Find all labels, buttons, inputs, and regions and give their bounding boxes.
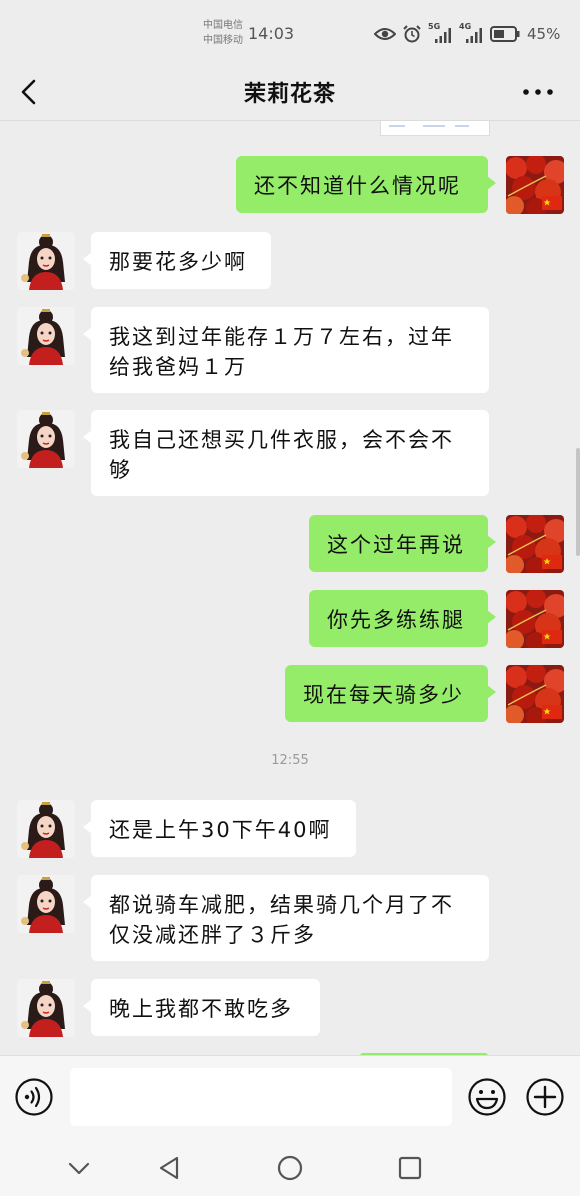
scrollbar[interactable]	[576, 448, 580, 556]
signal-4g-icon: 4G	[459, 22, 483, 43]
self-avatar[interactable]	[506, 665, 564, 723]
previous-image-fragment	[380, 121, 490, 136]
input-bar	[0, 1055, 580, 1140]
self-avatar[interactable]	[506, 156, 564, 214]
message-bubble[interactable]: 还不知道什么情况呢	[236, 156, 496, 213]
self-avatar[interactable]	[506, 590, 564, 648]
contact-avatar[interactable]	[17, 410, 75, 468]
status-bar: 中国电信 中国移动 14:03 5G 4G 45%	[0, 0, 580, 64]
message-bubble[interactable]: 还是上午30下午40啊	[83, 800, 356, 857]
contact-avatar[interactable]	[17, 800, 75, 858]
message-bubble[interactable]: 你先多练练腿	[309, 590, 496, 647]
eye-icon	[374, 28, 396, 40]
emoji-icon[interactable]	[467, 1077, 507, 1117]
system-nav-bar	[0, 1139, 580, 1196]
chat-timestamp: 12:55	[271, 753, 309, 768]
message-bubble[interactable]: 都说骑车减肥，结果骑几个月了不仅没减还胖了３斤多	[83, 875, 489, 961]
hide-keyboard-icon[interactable]	[64, 1153, 94, 1183]
contact-avatar[interactable]	[17, 307, 75, 365]
chat-header: 茉莉花茶	[0, 64, 580, 121]
plus-icon[interactable]	[525, 1077, 565, 1117]
contact-avatar[interactable]	[17, 232, 75, 290]
nav-home-icon[interactable]	[275, 1153, 305, 1183]
nav-recents-icon[interactable]	[395, 1153, 425, 1183]
alarm-icon	[403, 25, 421, 43]
contact-avatar[interactable]	[17, 979, 75, 1037]
nav-back-icon[interactable]	[155, 1153, 185, 1183]
message-input[interactable]	[70, 1068, 452, 1126]
battery-icon	[490, 26, 520, 42]
status-time: 14:03	[248, 24, 295, 43]
carrier-2: 中国移动	[203, 35, 243, 46]
message-bubble[interactable]: 我这到过年能存１万７左右，过年给我爸妈１万	[83, 307, 489, 393]
message-bubble[interactable]: 晚上我都不敢吃多	[83, 979, 320, 1036]
contact-avatar[interactable]	[17, 875, 75, 933]
carrier-1: 中国电信	[203, 20, 243, 31]
self-avatar[interactable]	[506, 515, 564, 573]
message-bubble[interactable]: 我自己还想买几件衣服，会不会不够	[83, 410, 489, 496]
system-icons: 5G 4G 45%	[374, 22, 560, 46]
message-bubble[interactable]: 那要花多少啊	[83, 232, 271, 289]
chat-title: 茉莉花茶	[243, 82, 336, 107]
message-bubble[interactable]: 现在每天骑多少	[285, 665, 496, 722]
more-icon[interactable]	[518, 80, 558, 104]
battery-percent: 45%	[527, 25, 561, 43]
signal-5g-icon: 5G	[428, 22, 452, 43]
voice-icon[interactable]	[14, 1077, 54, 1117]
carrier-labels: 中国电信 中国移动	[203, 18, 243, 48]
message-bubble[interactable]: 这个过年再说	[309, 515, 496, 572]
